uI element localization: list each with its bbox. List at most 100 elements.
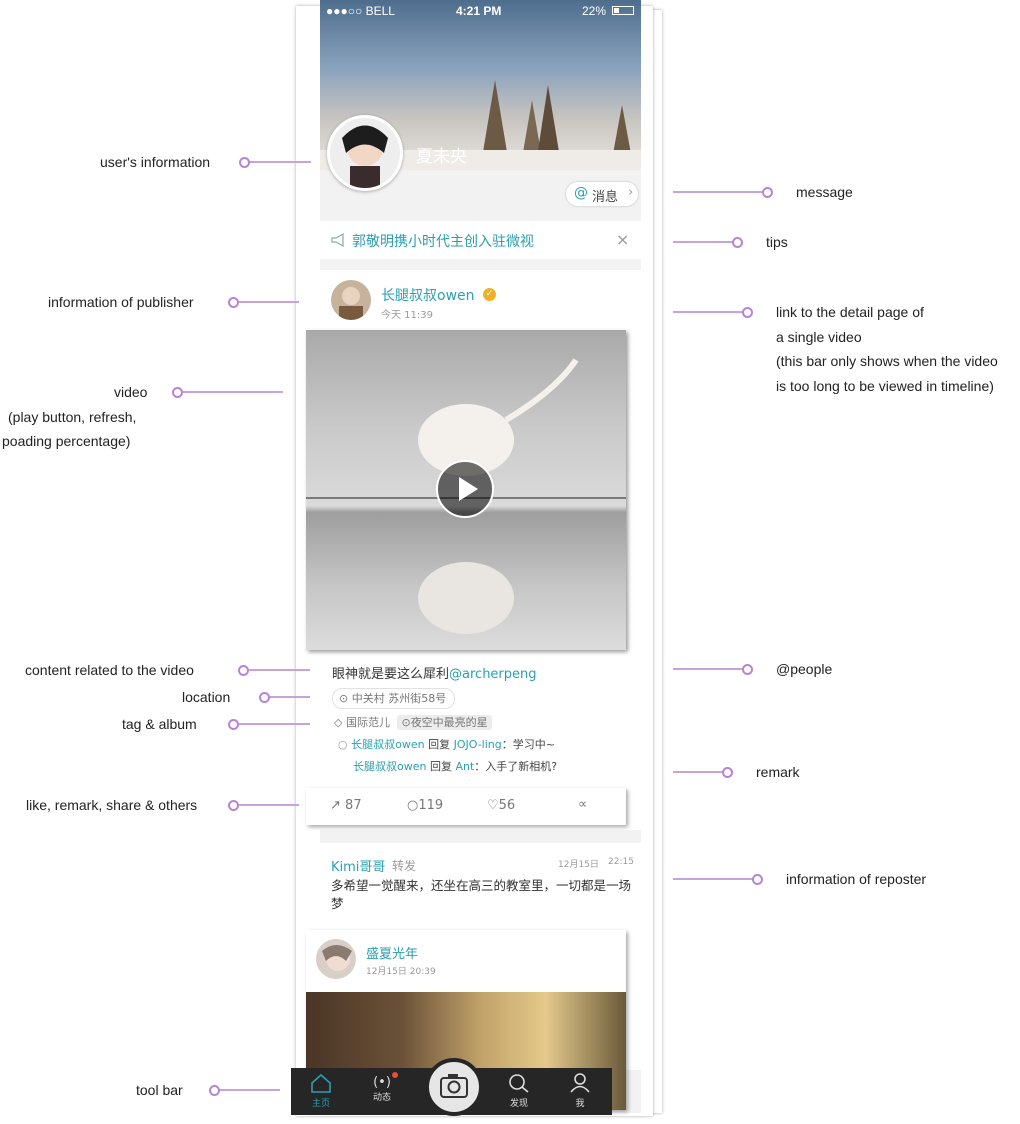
annotation-dot xyxy=(228,800,239,811)
tag-icon: ◇ xyxy=(334,716,343,729)
annotation-line xyxy=(220,1089,280,1091)
status-bar: ●●●○○ BELL 4:21 PM 22% xyxy=(320,0,641,22)
megaphone-icon xyxy=(331,233,344,247)
tool-bar: 主页 (•) 动态 发现 我 xyxy=(291,1058,612,1116)
tab-me[interactable]: 我 xyxy=(558,1068,602,1115)
profile-name: 夏未央 xyxy=(416,147,467,167)
annotation-detail-link: a single video xyxy=(776,329,862,345)
tab-activity-label: 动态 xyxy=(372,1093,391,1103)
annotation-line xyxy=(250,161,311,163)
reposter-name[interactable]: Kimi哥哥 xyxy=(331,856,385,875)
comment-count: 119 xyxy=(418,798,444,813)
at-icon: @ xyxy=(574,185,588,201)
annotation-line xyxy=(673,191,763,193)
annotation-remark: remark xyxy=(756,764,800,780)
annotation-people: @people xyxy=(776,661,833,677)
annotation-toolbar: tool bar xyxy=(136,1082,183,1098)
message-button[interactable]: @ 消息 › xyxy=(566,182,638,206)
annotation-line xyxy=(270,696,310,698)
annotation-line xyxy=(673,771,723,773)
comment-row[interactable]: ○ 长腿叔叔owen 回复 JOJO-ling：学习中~ xyxy=(338,736,555,752)
tab-discover[interactable]: 发现 xyxy=(497,1068,541,1115)
annotation-line xyxy=(239,723,310,725)
comment-text: ：学习中~ xyxy=(501,738,555,751)
comment-icon: ○ xyxy=(338,738,348,751)
more-share-icon[interactable]: ∝ xyxy=(578,797,587,812)
like-count: 56 xyxy=(498,798,516,813)
annotation-line xyxy=(673,878,753,880)
tab-home[interactable]: 主页 xyxy=(299,1068,343,1115)
like-button[interactable]: ♡56 xyxy=(487,798,515,813)
person-icon xyxy=(570,1073,590,1093)
close-icon[interactable]: × xyxy=(616,230,629,249)
annotation-tips: tips xyxy=(766,234,788,250)
heart-icon: ♡ xyxy=(487,798,499,813)
notification-dot xyxy=(392,1072,398,1078)
annotation-dot xyxy=(752,874,763,885)
annotation-dot xyxy=(722,767,733,778)
annotation-location: location xyxy=(182,689,231,705)
mention-link[interactable]: @archerpeng xyxy=(449,667,537,682)
repost-label: 转发 xyxy=(392,859,417,873)
clock-text: 4:21 PM xyxy=(456,4,502,18)
tag-row: ◇ 国际范儿 ⊙夜空中最亮的星 xyxy=(334,714,492,730)
play-icon xyxy=(459,477,478,501)
profile-avatar[interactable] xyxy=(327,115,403,191)
play-button[interactable] xyxy=(436,460,494,518)
album-icon: ⊙ xyxy=(401,716,411,729)
camera-button[interactable] xyxy=(425,1058,483,1116)
annotation-dot xyxy=(228,719,239,730)
original-post-time: 12月15日 20:39 xyxy=(366,967,436,977)
annotation-message: message xyxy=(796,184,853,200)
comment-target[interactable]: Ant xyxy=(455,760,474,773)
annotation-reposter: information of reposter xyxy=(786,871,927,887)
annotation-dot xyxy=(172,387,183,398)
share-button[interactable]: ↗ 87 xyxy=(330,798,362,813)
annotation-detail-link: link to the detail page of xyxy=(776,304,924,320)
location-pin-icon: ⊙ xyxy=(339,692,349,705)
repost-time: 22:15 xyxy=(608,857,634,867)
battery-text: 22% xyxy=(582,4,607,18)
publisher-avatar[interactable] xyxy=(331,280,371,320)
annotation-dot xyxy=(762,187,773,198)
comment-action: 回复 xyxy=(429,760,452,773)
verified-badge-icon: ✓ xyxy=(483,288,496,301)
location-chip[interactable]: ⊙ 中关村 苏州街58号 xyxy=(332,688,456,709)
annotation-video-detail: poading percentage) xyxy=(2,433,131,449)
tips-bar[interactable]: 郭敬明携小时代主创入驻微视 × xyxy=(320,221,641,259)
tips-text: 郭敬明携小时代主创入驻微视 xyxy=(352,234,534,250)
annotation-publisher: information of publisher xyxy=(48,294,194,310)
broadcast-icon: (•) xyxy=(373,1075,391,1090)
annotation-video-detail: (play button, refresh, xyxy=(8,409,137,425)
annotation-dot xyxy=(259,692,270,703)
search-icon xyxy=(509,1074,529,1093)
home-icon xyxy=(311,1073,331,1093)
comment-target[interactable]: JOJO-ling xyxy=(454,738,502,751)
annotation-video: video xyxy=(114,384,148,400)
annotation-dot xyxy=(209,1085,220,1096)
comment-user[interactable]: 长腿叔叔owen xyxy=(351,738,424,751)
camera-icon xyxy=(440,1074,468,1098)
comment-user[interactable]: 长腿叔叔owen xyxy=(353,760,426,773)
annotation-dot xyxy=(238,665,249,676)
comment-row[interactable]: 长腿叔叔owen 回复 Ant：入手了新相机? xyxy=(353,758,557,774)
original-author-name[interactable]: 盛夏光年 xyxy=(366,943,418,962)
tag-link[interactable]: 国际范儿 xyxy=(346,716,390,729)
publisher-name[interactable]: 长腿叔叔owen xyxy=(381,285,475,305)
annotation-actions: like, remark, share & others xyxy=(26,797,198,813)
annotation-detail-link: (this bar only shows when the video xyxy=(776,353,998,369)
chevron-right-icon: › xyxy=(628,185,634,200)
annotation-line xyxy=(673,668,743,670)
original-author-avatar[interactable] xyxy=(316,939,356,979)
action-bar: ↗ 87 ○119 ♡56 ∝ xyxy=(306,788,626,825)
tab-activity[interactable]: (•) 动态 xyxy=(360,1068,404,1115)
tab-discover-label: 发现 xyxy=(509,1099,528,1109)
comment-button[interactable]: ○119 xyxy=(407,798,443,813)
annotation-line xyxy=(673,311,743,313)
video-player[interactable] xyxy=(306,330,626,650)
repost-date: 12月15日 xyxy=(558,860,599,870)
album-chip[interactable]: ⊙夜空中最亮的星 xyxy=(397,715,492,730)
annotation-line xyxy=(183,391,283,393)
annotation-dot xyxy=(732,237,743,248)
repost-text: 多希望一觉醒来，还坐在高三的教室里，一切都是一场梦 xyxy=(331,878,632,911)
